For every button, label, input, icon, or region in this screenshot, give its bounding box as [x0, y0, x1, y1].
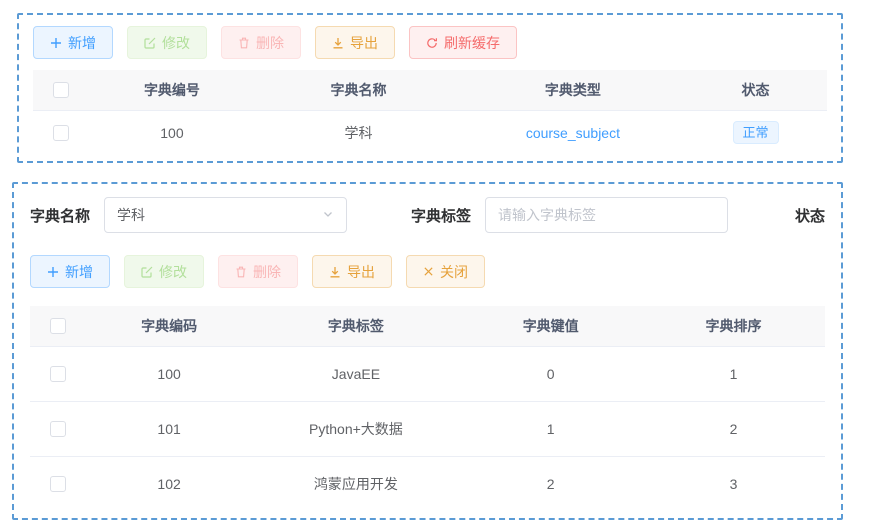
add-button[interactable]: 新增 — [33, 26, 113, 59]
dict-label-cell: Python+大数据 — [252, 400, 460, 456]
delete-button-label: 删除 — [256, 34, 284, 51]
dict-id-cell: 100 — [88, 109, 256, 155]
download-icon — [332, 37, 344, 49]
dict-value-cell: 0 — [459, 345, 643, 401]
dict-value-cell: 1 — [459, 400, 643, 456]
col-status: 状态 — [684, 70, 827, 110]
refresh-icon — [426, 37, 438, 49]
trash-icon — [235, 266, 247, 278]
dict-label-cell: 鸿蒙应用开发 — [252, 455, 460, 511]
col-dict-label: 字典标签 — [252, 306, 460, 346]
add-data-button-label: 新增 — [65, 263, 93, 280]
export-data-button-label: 导出 — [347, 263, 375, 280]
status-badge: 正常 — [732, 121, 779, 145]
dict-name-label: 字典名称 — [30, 207, 91, 225]
dict-sort-cell: 2 — [642, 400, 825, 456]
refresh-cache-button[interactable]: 刷新缓存 — [409, 26, 517, 59]
dict-type-toolbar: 新增 修改 删除 导出 刷新缓存 — [33, 26, 827, 59]
delete-data-button[interactable]: 删除 — [218, 255, 298, 288]
edit-button-label: 修改 — [162, 34, 190, 51]
export-button[interactable]: 导出 — [315, 26, 395, 59]
row-checkbox[interactable] — [52, 125, 69, 142]
close-button-label: 关闭 — [440, 263, 468, 280]
edit-data-button-label: 修改 — [159, 263, 187, 280]
col-dict-sort: 字典排序 — [642, 306, 825, 346]
edit-data-button[interactable]: 修改 — [124, 255, 204, 288]
edit-icon — [144, 37, 156, 49]
col-dict-type: 字典类型 — [461, 70, 685, 110]
col-dict-code: 字典编码 — [85, 306, 253, 346]
add-button-label: 新增 — [68, 34, 96, 51]
delete-button[interactable]: 删除 — [221, 26, 301, 59]
dict-label-cell: JavaEE — [252, 345, 460, 401]
dict-value-cell: 2 — [459, 455, 643, 511]
col-dict-id: 字典编号 — [88, 70, 256, 110]
row-checkbox[interactable] — [49, 421, 66, 438]
dict-code-cell: 101 — [85, 400, 253, 456]
table-row[interactable]: 102 鸿蒙应用开发 2 3 — [30, 455, 825, 511]
plus-icon — [50, 37, 62, 49]
dict-sort-cell: 1 — [642, 345, 825, 401]
chevron-down-icon — [322, 207, 334, 223]
select-all-checkbox[interactable] — [52, 82, 69, 99]
dict-type-panel: 新增 修改 删除 导出 刷新缓存 字典编号 字典名称 字典类型 状态 100 学… — [17, 13, 843, 163]
edit-icon — [141, 266, 153, 278]
download-icon — [329, 266, 341, 278]
dict-name-cell: 学科 — [255, 109, 462, 155]
dict-data-panel: 字典名称 学科 字典标签 状态 新增 修改 删除 导出 关闭 — [12, 182, 843, 520]
dict-name-select-value: 学科 — [117, 207, 146, 223]
table-row[interactable]: 100 JavaEE 0 1 — [30, 345, 825, 401]
dict-data-toolbar: 新增 修改 删除 导出 关闭 — [30, 255, 825, 288]
dict-data-header-row: 字典编码 字典标签 字典键值 字典排序 — [30, 306, 825, 346]
row-checkbox[interactable] — [49, 366, 66, 383]
search-form: 字典名称 学科 字典标签 状态 — [30, 197, 825, 233]
dict-type-header-row: 字典编号 字典名称 字典类型 状态 — [33, 70, 827, 110]
col-dict-value: 字典键值 — [459, 306, 643, 346]
table-row[interactable]: 101 Python+大数据 1 2 — [30, 400, 825, 456]
table-row[interactable]: 100 学科 course_subject 正常 — [33, 109, 827, 155]
export-data-button[interactable]: 导出 — [312, 255, 392, 288]
dict-tag-input-wrap — [485, 197, 729, 233]
close-icon — [423, 266, 434, 277]
delete-data-button-label: 删除 — [253, 263, 281, 280]
export-button-label: 导出 — [350, 34, 378, 51]
plus-icon — [47, 266, 59, 278]
dict-tag-input[interactable] — [498, 207, 716, 223]
add-data-button[interactable]: 新增 — [30, 255, 110, 288]
refresh-cache-button-label: 刷新缓存 — [444, 34, 500, 51]
dict-data-table: 字典编码 字典标签 字典键值 字典排序 100 JavaEE 0 1 101 P… — [30, 306, 825, 511]
trash-icon — [238, 37, 250, 49]
dict-tag-label: 字典标签 — [411, 207, 472, 225]
dict-code-cell: 100 — [85, 345, 253, 401]
select-all-checkbox[interactable] — [49, 318, 66, 335]
edit-button[interactable]: 修改 — [127, 26, 207, 59]
dict-sort-cell: 3 — [642, 455, 825, 511]
status-label: 状态 — [794, 207, 825, 225]
dict-type-link[interactable]: course_subject — [526, 125, 620, 141]
row-checkbox[interactable] — [49, 476, 66, 493]
dict-name-select[interactable]: 学科 — [104, 197, 348, 233]
dict-code-cell: 102 — [85, 455, 253, 511]
col-dict-name: 字典名称 — [255, 70, 462, 110]
close-button[interactable]: 关闭 — [406, 255, 485, 288]
dict-type-table: 字典编号 字典名称 字典类型 状态 100 学科 course_subject … — [33, 70, 827, 155]
